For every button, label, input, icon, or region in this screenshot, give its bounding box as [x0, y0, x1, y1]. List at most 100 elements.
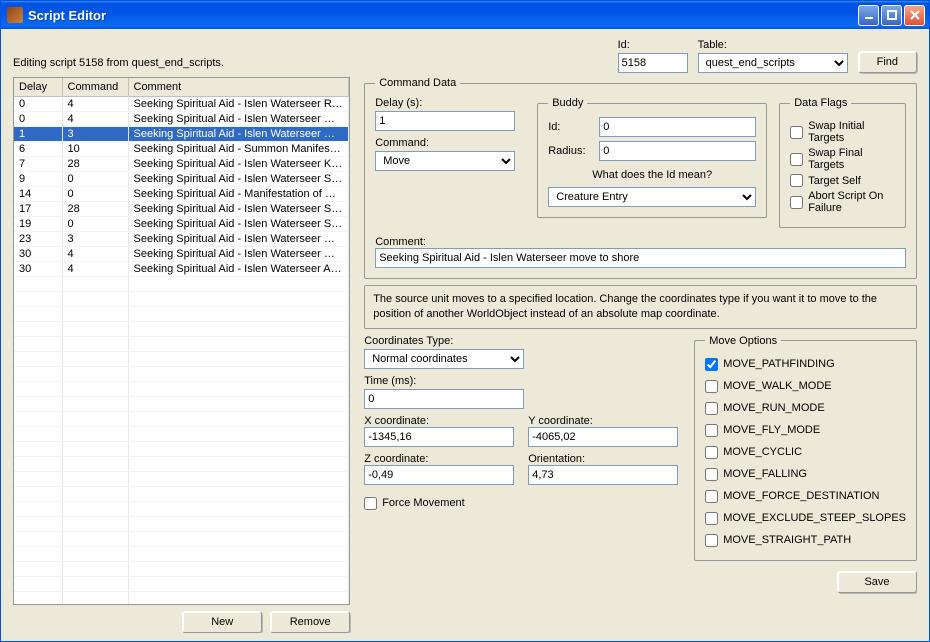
- data-flags-group: Data Flags Swap Initial Targets Swap Fina…: [779, 97, 906, 228]
- move-option-checkbox[interactable]: [705, 424, 718, 437]
- buddy-meaning-select[interactable]: Creature Entry: [548, 187, 756, 207]
- cell-command: 3: [62, 126, 128, 141]
- cell-comment: Seeking Spiritual Aid - Islen Waterseer …: [128, 171, 349, 186]
- cell-comment: Seeking Spiritual Aid - Islen Waterseer …: [128, 216, 349, 231]
- delay-label: Delay (s):: [375, 97, 525, 109]
- move-option-row: MOVE_FORCE_DESTINATION: [705, 490, 906, 503]
- table-row-empty: [14, 486, 349, 501]
- table-row[interactable]: 13Seeking Spiritual Aid - Islen Watersee…: [14, 126, 349, 141]
- buddy-radius-input[interactable]: [599, 141, 756, 161]
- table-row[interactable]: 04Seeking Spiritual Aid - Islen Watersee…: [14, 111, 349, 126]
- flag-checkbox[interactable]: [790, 196, 803, 209]
- table-row[interactable]: 233Seeking Spiritual Aid - Islen Waterse…: [14, 231, 349, 246]
- flag-row: Swap Final Targets: [790, 147, 895, 171]
- table-row-empty: [14, 441, 349, 456]
- maximize-button[interactable]: [881, 5, 902, 26]
- cell-comment: Seeking Spiritual Aid - Islen Waterseer …: [128, 111, 349, 126]
- cell-command: 28: [62, 156, 128, 171]
- buddy-legend: Buddy: [548, 97, 587, 109]
- flag-checkbox[interactable]: [790, 153, 803, 166]
- move-option-checkbox[interactable]: [705, 446, 718, 459]
- buddy-id-label: Id:: [548, 121, 594, 133]
- table-row[interactable]: 90Seeking Spiritual Aid - Islen Watersee…: [14, 171, 349, 186]
- remove-button[interactable]: Remove: [270, 611, 350, 633]
- z-input[interactable]: [364, 465, 514, 485]
- titlebar[interactable]: Script Editor: [1, 1, 929, 29]
- table-select[interactable]: quest_end_scripts: [698, 53, 848, 73]
- y-input[interactable]: [528, 427, 678, 447]
- cell-delay: 1: [14, 126, 62, 141]
- cell-delay: 6: [14, 141, 62, 156]
- cell-delay: 0: [14, 111, 62, 126]
- move-option-checkbox[interactable]: [705, 380, 718, 393]
- comment-input[interactable]: [375, 248, 906, 268]
- delay-input[interactable]: [375, 111, 515, 131]
- table-row-empty: [14, 381, 349, 396]
- id-label: Id:: [618, 39, 688, 51]
- table-row[interactable]: 04Seeking Spiritual Aid - Islen Watersee…: [14, 96, 349, 111]
- move-option-row: MOVE_FALLING: [705, 468, 906, 481]
- col-command[interactable]: Command: [62, 78, 128, 96]
- table-row-empty: [14, 366, 349, 381]
- move-option-row: MOVE_STRAIGHT_PATH: [705, 534, 906, 547]
- cell-comment: Seeking Spiritual Aid - Manifestation of…: [128, 186, 349, 201]
- cell-delay: 9: [14, 171, 62, 186]
- id-input[interactable]: [618, 53, 688, 73]
- close-button[interactable]: [904, 5, 925, 26]
- table-row-empty: [14, 471, 349, 486]
- cell-delay: 30: [14, 246, 62, 261]
- table-row[interactable]: 190Seeking Spiritual Aid - Islen Waterse…: [14, 216, 349, 231]
- buddy-meaning-label: What does the Id mean?: [548, 169, 756, 181]
- time-input[interactable]: [364, 389, 524, 409]
- cell-comment: Seeking Spiritual Aid - Islen Waterseer …: [128, 231, 349, 246]
- save-button[interactable]: Save: [837, 571, 917, 593]
- editing-label: Editing script 5158 from quest_end_scrip…: [13, 39, 618, 69]
- move-option-checkbox[interactable]: [705, 490, 718, 503]
- flag-label: Swap Initial Targets: [808, 120, 895, 144]
- cell-comment: Seeking Spiritual Aid - Islen Waterseer …: [128, 201, 349, 216]
- y-label: Y coordinate:: [528, 415, 678, 427]
- minimize-button[interactable]: [858, 5, 879, 26]
- coords-type-select[interactable]: Normal coordinates: [364, 349, 524, 369]
- table-row-empty: [14, 456, 349, 471]
- flag-checkbox[interactable]: [790, 174, 803, 187]
- move-option-row: MOVE_EXCLUDE_STEEP_SLOPES: [705, 512, 906, 525]
- x-input[interactable]: [364, 427, 514, 447]
- table-row[interactable]: 304Seeking Spiritual Aid - Islen Waterse…: [14, 246, 349, 261]
- table-row-empty: [14, 516, 349, 531]
- table-row[interactable]: 728Seeking Spiritual Aid - Islen Waterse…: [14, 156, 349, 171]
- move-option-checkbox[interactable]: [705, 358, 718, 371]
- move-option-row: MOVE_RUN_MODE: [705, 402, 906, 415]
- table-row[interactable]: 140Seeking Spiritual Aid - Manifestation…: [14, 186, 349, 201]
- table-row[interactable]: 610Seeking Spiritual Aid - Summon Manife…: [14, 141, 349, 156]
- move-option-checkbox[interactable]: [705, 534, 718, 547]
- find-button[interactable]: Find: [858, 51, 917, 73]
- table-row[interactable]: 1728Seeking Spiritual Aid - Islen Waters…: [14, 201, 349, 216]
- cell-delay: 23: [14, 231, 62, 246]
- cell-command: 3: [62, 231, 128, 246]
- script-table[interactable]: Delay Command Comment 04Seeking Spiritua…: [13, 77, 350, 605]
- flag-row: Target Self: [790, 174, 895, 187]
- flag-label: Abort Script On Failure: [808, 190, 895, 214]
- buddy-radius-label: Radius:: [548, 145, 594, 157]
- flag-checkbox[interactable]: [790, 126, 803, 139]
- data-flags-legend: Data Flags: [790, 97, 851, 109]
- cell-command: 0: [62, 171, 128, 186]
- buddy-id-input[interactable]: [599, 117, 756, 137]
- move-option-label: MOVE_FLY_MODE: [723, 424, 820, 436]
- move-option-checkbox[interactable]: [705, 468, 718, 481]
- command-select[interactable]: Move: [375, 151, 515, 171]
- new-button[interactable]: New: [182, 611, 262, 633]
- move-option-label: MOVE_RUN_MODE: [723, 402, 824, 414]
- col-comment[interactable]: Comment: [128, 78, 349, 96]
- cell-command: 4: [62, 96, 128, 111]
- move-option-checkbox[interactable]: [705, 402, 718, 415]
- table-row-empty: [14, 276, 349, 291]
- move-option-checkbox[interactable]: [705, 512, 718, 525]
- cell-delay: 19: [14, 216, 62, 231]
- table-row-empty: [14, 576, 349, 591]
- o-input[interactable]: [528, 465, 678, 485]
- table-row[interactable]: 304Seeking Spiritual Aid - Islen Waterse…: [14, 261, 349, 276]
- force-movement-checkbox[interactable]: [364, 497, 377, 510]
- col-delay[interactable]: Delay: [14, 78, 62, 96]
